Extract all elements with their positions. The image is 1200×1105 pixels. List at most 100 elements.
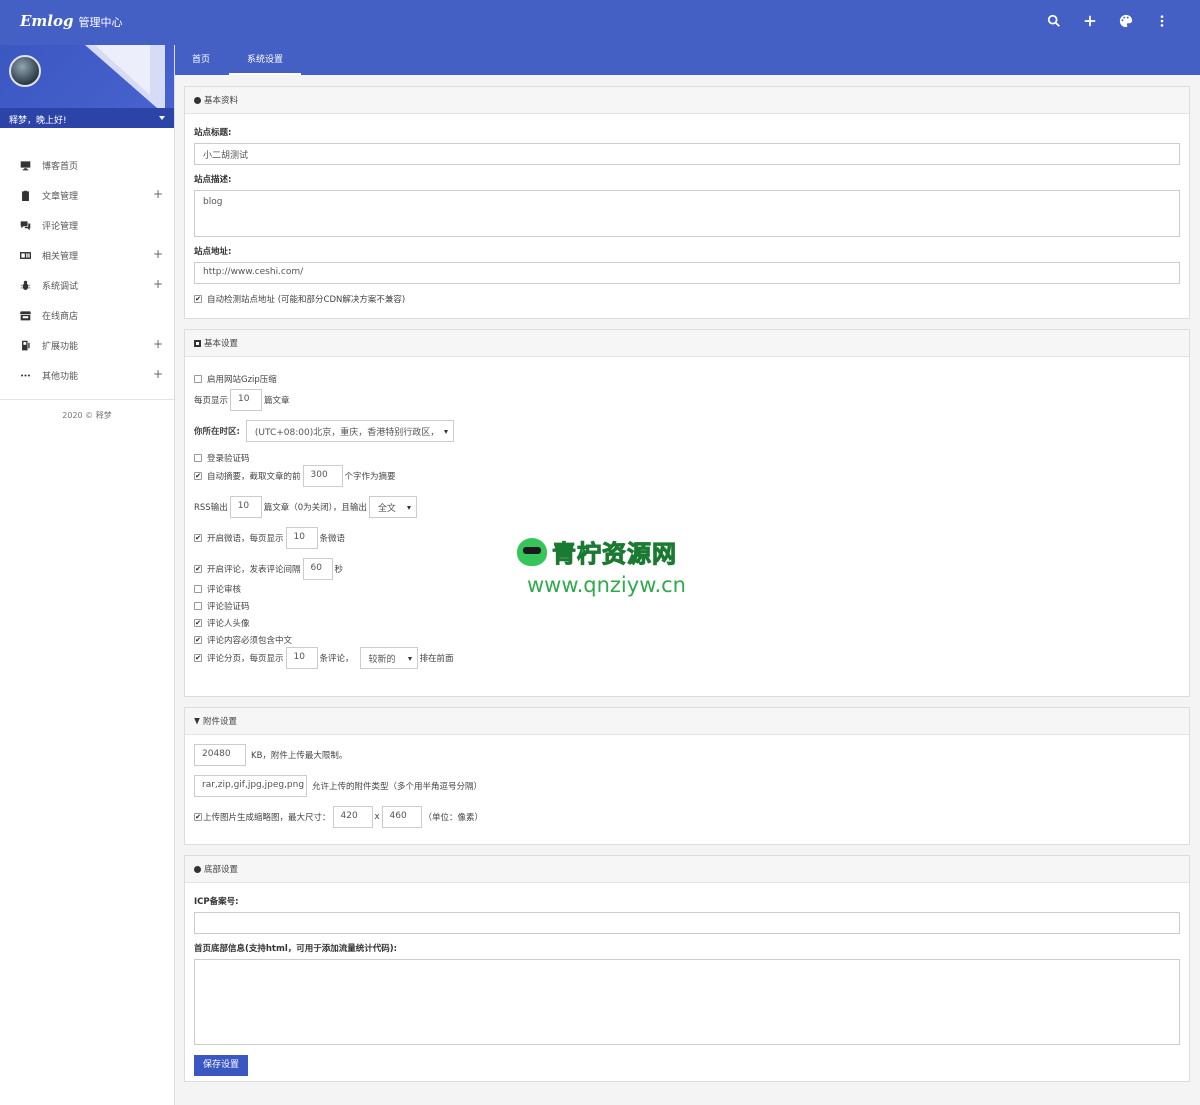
rss-row: RSS输出 10 篇文章（0为关闭），且输出 全文 (194, 496, 1180, 518)
icp-input[interactable] (194, 912, 1180, 934)
auto-detect-checkbox[interactable]: ✔ (194, 295, 202, 303)
palette-icon[interactable] (1108, 14, 1144, 31)
bug-icon (19, 279, 31, 291)
comment-page-row: ✔ 评论分页，每页显示 10 条评论， 较新的 排在前面 (194, 647, 1180, 669)
watermark-url: www.qnziyw.cn (527, 573, 686, 597)
panel-attachment: 附件设置 20480 KB，附件上传最大限制。 rar,zip,gif,jpg,… (184, 707, 1190, 845)
auto-excerpt-row: ✔ 自动摘要，截取文章的前 300 个字作为摘要 (194, 465, 1180, 487)
comment-captcha-checkbox[interactable] (194, 602, 202, 610)
comment-checkbox[interactable]: ✔ (194, 565, 202, 573)
panel-basic-info: 基本资料 站点标题: 小二胡测试 站点描述: blog 站点地址: http:/… (184, 86, 1190, 319)
sidebar-item-blog-home[interactable]: 博客首页 (0, 150, 174, 180)
search-icon[interactable] (1036, 14, 1072, 31)
expand-icon[interactable]: + (153, 278, 163, 290)
comment-avatar-row: ✔ 评论人头像 (194, 618, 250, 629)
tab-bar: 首页 系统设置 (175, 45, 1200, 75)
max-size-input[interactable]: 20480 (194, 744, 246, 766)
thumb-height-input[interactable]: 460 (381, 806, 422, 828)
comment-captcha-row: 评论验证码 (194, 600, 1180, 612)
timezone-row: 你所在时区: (UTC+08:00)北京，重庆，香港特别行政区， (194, 420, 1180, 442)
avatar[interactable] (9, 55, 41, 87)
save-settings-button[interactable]: 保存设置 (194, 1055, 249, 1076)
login-captcha-row: 登录验证码 (194, 452, 1180, 464)
panel-title: 底部设置 (204, 865, 239, 875)
comment-avatar-checkbox[interactable]: ✔ (194, 619, 202, 627)
tab-home[interactable]: 首页 (175, 45, 227, 75)
panel-header: 基本设置 (185, 330, 1189, 357)
site-desc-textarea[interactable]: blog (194, 190, 1180, 237)
plus-icon[interactable] (1072, 14, 1108, 31)
brand[interactable]: Emlog 管理中心 (20, 12, 123, 30)
site-url-label: 站点地址: (194, 247, 232, 257)
footer-info-textarea[interactable] (194, 959, 1180, 1045)
caret-down-icon (159, 116, 165, 120)
brand-logo: Emlog (20, 12, 74, 30)
twitter-count-input[interactable]: 10 (285, 527, 318, 549)
auto-detect-label: 自动检测站点地址 (可能和部分CDN解决方案不兼容) (207, 295, 406, 305)
top-actions (1036, 0, 1180, 45)
rss-count-input[interactable]: 10 (229, 496, 262, 518)
sidebar-item-articles[interactable]: 文章管理 + (0, 180, 174, 210)
site-desc-label: 站点描述: (194, 175, 232, 185)
monitor-icon (19, 159, 31, 171)
comment-interval-input[interactable]: 60 (302, 558, 333, 580)
expand-icon[interactable]: + (153, 338, 163, 350)
sidebar-item-others[interactable]: 其他功能 + (0, 360, 174, 390)
thumbnail-checkbox[interactable]: ✔ (194, 813, 202, 821)
chevron-down-icon (407, 657, 412, 661)
sidebar: 释梦，晚上好! 博客首页 文章管理 + 评论管理 相关管理 + 系统调试 + 在… (0, 45, 175, 1105)
panel-footer-settings: 底部设置 ICP备案号: 首页底部信息(支持html，可用于添加流量统计代码):… (184, 855, 1190, 1082)
twitter-checkbox[interactable]: ✔ (194, 534, 202, 542)
auto-detect-row: ✔ 自动检测站点地址 (可能和部分CDN解决方案不兼容) (194, 293, 1180, 305)
expand-icon[interactable]: + (153, 368, 163, 380)
thumb-width-input[interactable]: 420 (332, 806, 373, 828)
greeting-text: 释梦，晚上好! (9, 116, 67, 126)
sidebar-item-related[interactable]: 相关管理 + (0, 240, 174, 270)
comment-review-checkbox[interactable] (194, 585, 202, 593)
site-url-input[interactable]: http://www.ceshi.com/ (194, 262, 1180, 284)
more-vertical-icon[interactable] (1144, 14, 1180, 31)
sidebar-item-debug[interactable]: 系统调试 + (0, 270, 174, 300)
sidebar-menu: 博客首页 文章管理 + 评论管理 相关管理 + 系统调试 + 在线商店 扩展功能 (0, 150, 174, 390)
comment-page-checkbox[interactable]: ✔ (194, 654, 202, 662)
sidebar-footer: 2020 © 释梦 (0, 399, 174, 421)
max-size-row: 20480 KB，附件上传最大限制。 (194, 744, 1180, 766)
clipboard-icon (19, 189, 31, 201)
auto-excerpt-checkbox[interactable]: ✔ (194, 472, 202, 480)
panel-header: 底部设置 (185, 856, 1189, 883)
comment-chinese-checkbox[interactable]: ✔ (194, 636, 202, 644)
rss-mode-select[interactable]: 全文 (368, 496, 417, 518)
thumbnail-row: ✔ 上传图片生成缩略图，最大尺寸： 420 x 460 （单位：像素） (194, 806, 1180, 828)
tab-system-settings[interactable]: 系统设置 (229, 45, 301, 75)
auto-excerpt-input[interactable]: 300 (302, 465, 343, 487)
store-icon (19, 309, 31, 321)
panel-title: 基本资料 (204, 96, 239, 106)
chevron-down-icon (443, 430, 448, 434)
timezone-select[interactable]: (UTC+08:00)北京，重庆，香港特别行政区， (245, 420, 454, 442)
user-greeting[interactable]: 释梦，晚上好! (0, 108, 174, 128)
site-title-input[interactable]: 小二胡测试 (194, 143, 1180, 165)
footer-info-label: 首页底部信息(支持html，可用于添加流量统计代码): (194, 944, 398, 954)
dots-icon (19, 369, 31, 381)
chevron-down-icon (406, 506, 411, 510)
comment-order-select[interactable]: 较新的 (359, 647, 418, 669)
icp-label: ICP备案号: (194, 897, 239, 907)
comments-icon (19, 219, 31, 231)
funnel-icon (194, 717, 200, 725)
sidebar-item-comments[interactable]: 评论管理 (0, 210, 174, 240)
comment-page-input[interactable]: 10 (285, 647, 318, 669)
gzip-checkbox[interactable] (194, 375, 202, 383)
brand-title: 管理中心 (78, 16, 123, 29)
sidebar-item-extensions[interactable]: 扩展功能 + (0, 330, 174, 360)
sidebar-item-store[interactable]: 在线商店 (0, 300, 174, 330)
per-page-input[interactable]: 10 (230, 389, 263, 411)
panel-title: 附件设置 (203, 717, 238, 727)
profile-card: 释梦，晚上好! (0, 45, 174, 128)
id-card-icon (19, 249, 31, 261)
expand-icon[interactable]: + (153, 188, 163, 200)
plug-icon (19, 339, 31, 351)
types-input[interactable]: rar,zip,gif,jpg,jpeg,png (194, 775, 307, 797)
expand-icon[interactable]: + (153, 248, 163, 260)
frog-face-icon (517, 537, 547, 566)
login-captcha-checkbox[interactable] (194, 454, 202, 462)
